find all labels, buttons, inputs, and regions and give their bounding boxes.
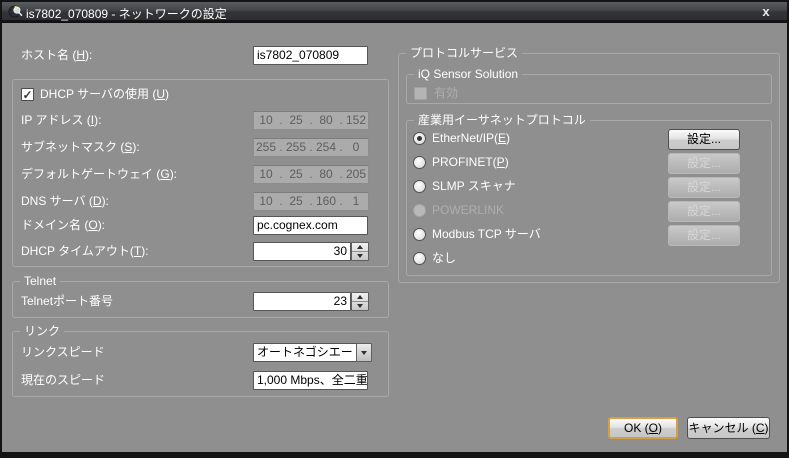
dhcp-checkbox-label: DHCP サーバの使用 (U) (40, 85, 169, 104)
ip-address-field: 10.25.80.152 (253, 111, 369, 130)
hostname-input[interactable]: is7802_070809 (253, 46, 368, 65)
subnet-mask-field: 255.255.254.0 (253, 138, 369, 157)
gateway-label: デフォルトゲートウェイ (G): (21, 165, 177, 184)
window-title: is7802_070809 - ネットワークの設定 (26, 5, 227, 22)
telnet-port-label: Telnetポート番号 (21, 292, 113, 311)
dhcp-timeout-input[interactable]: 30 (253, 242, 351, 261)
chevron-down-icon (361, 351, 367, 355)
dns-server-field: 10.25.160.1 (253, 192, 369, 211)
iq-enable-checkbox (414, 87, 427, 100)
dhcp-timeout-label: DHCP タイムアウト(T): (21, 242, 149, 261)
dhcp-timeout-spinner[interactable] (351, 242, 369, 261)
spin-up-icon[interactable] (352, 293, 368, 301)
iq-sensor-title: iQ Sensor Solution (414, 66, 522, 82)
radio-modbus-tcp-label: Modbus TCP サーバ (432, 225, 541, 244)
slmp-settings-button: 設定... (668, 177, 740, 198)
link-group-title: リンク (20, 323, 64, 339)
link-speed-combobox[interactable]: オートネゴシエー (253, 343, 357, 362)
insight-app-icon (8, 4, 23, 19)
radio-profinet[interactable] (413, 156, 426, 169)
radio-none[interactable] (413, 252, 426, 265)
industrial-ethernet-title: 産業用イーサネットプロトコル (414, 112, 590, 128)
link-speed-label: リンクスピード (21, 343, 105, 362)
domain-name-input[interactable]: pc.cognex.com (253, 216, 368, 235)
gateway-field: 10.25.80.205 (253, 165, 369, 184)
powerlink-settings-button: 設定... (668, 201, 740, 222)
ethernet-ip-settings-button[interactable]: 設定... (668, 129, 740, 150)
spin-down-icon[interactable] (352, 251, 368, 260)
dhcp-checkbox[interactable]: ✓ (21, 88, 34, 101)
radio-slmp-scanner[interactable] (413, 180, 426, 193)
domain-name-label: ドメイン名 (O): (21, 216, 105, 235)
radio-slmp-scanner-label: SLMP スキャナ (432, 177, 516, 196)
radio-modbus-tcp[interactable] (413, 228, 426, 241)
radio-powerlink (413, 204, 426, 217)
spin-down-icon[interactable] (352, 301, 368, 310)
modbus-settings-button: 設定... (668, 225, 740, 246)
protocol-services-title: プロトコルサービス (406, 45, 522, 61)
network-settings-dialog: is7802_070809 - ネットワークの設定 x ホスト名 (H): is… (0, 0, 789, 458)
telnet-port-spinner[interactable] (351, 292, 369, 311)
dns-server-label: DNS サーバ (D): (21, 192, 109, 211)
current-speed-value: 1,000 Mbps、全二重 (253, 371, 368, 390)
close-button[interactable]: x (757, 3, 775, 20)
current-speed-label: 現在のスピード (21, 371, 105, 390)
cancel-button[interactable]: キャンセル (C) (687, 417, 770, 439)
iq-enable-label: 有効 (434, 84, 458, 103)
link-speed-dropdown-button[interactable] (356, 343, 372, 362)
title-bar: is7802_070809 - ネットワークの設定 x (0, 0, 789, 23)
profinet-settings-button: 設定... (668, 153, 740, 174)
telnet-port-input[interactable]: 23 (253, 292, 351, 311)
radio-none-label: なし (432, 249, 456, 268)
iq-sensor-groupbox: iQ Sensor Solution (406, 74, 772, 104)
radio-ethernet-ip[interactable] (413, 132, 426, 145)
radio-powerlink-label: POWERLINK (432, 201, 504, 220)
spin-up-icon[interactable] (352, 243, 368, 251)
telnet-group-title: Telnet (20, 273, 60, 289)
ok-button[interactable]: OK (O) (608, 417, 678, 439)
hostname-label: ホスト名 (H): (21, 46, 92, 65)
radio-profinet-label: PROFINET(P) (432, 153, 509, 172)
subnet-mask-label: サブネットマスク (S): (21, 138, 140, 157)
radio-ethernet-ip-label: EtherNet/IP(E) (432, 129, 510, 148)
ip-address-label: IP アドレス (I): (21, 111, 101, 130)
